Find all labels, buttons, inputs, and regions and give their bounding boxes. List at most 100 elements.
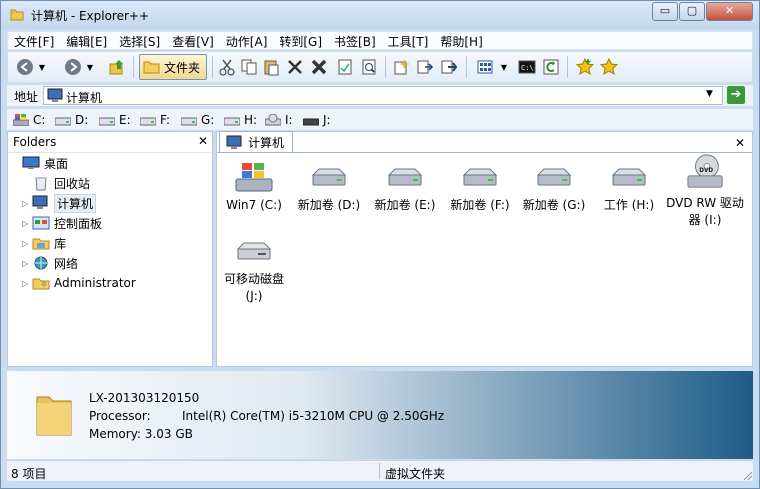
views-dropdown[interactable]: ▼	[498, 56, 510, 78]
tree-item-libraries[interactable]: ▷ 库	[22, 234, 66, 252]
bookmarks-button[interactable]	[598, 56, 620, 78]
go-button[interactable]: ➔	[727, 86, 745, 104]
menu-bookmarks[interactable]: 书签[B]	[328, 32, 382, 49]
address-value: 计算机	[66, 91, 103, 105]
drive-label: H:	[244, 113, 258, 127]
tree-expander[interactable]: ▷	[22, 239, 32, 248]
drive-d-button[interactable]: D:	[55, 113, 88, 127]
refresh-icon	[543, 59, 559, 75]
drive-item-i[interactable]: DVD DVD RW 驱动器 (I:)	[665, 153, 745, 229]
chevron-down-icon[interactable]: ▼	[706, 89, 713, 99]
folders-button-label: 文件夹	[164, 60, 201, 75]
tree-item-computer[interactable]: ▷ 计算机	[22, 193, 97, 213]
up-button[interactable]	[106, 56, 128, 78]
toolbar-separator	[567, 56, 568, 78]
forward-history-dropdown[interactable]: ▼	[84, 56, 96, 78]
tree-item-recycle-bin[interactable]: 回收站	[22, 174, 90, 192]
item-count: 8 项目	[11, 467, 47, 481]
menu-select[interactable]: 选择[S]	[113, 32, 166, 49]
toolbar-separator	[466, 56, 467, 78]
folders-toggle-button[interactable]: 文件夹	[139, 54, 207, 80]
tree-item-network[interactable]: ▷ 网络	[22, 254, 78, 272]
delete-permanently-button[interactable]	[308, 56, 330, 78]
drive-item-d[interactable]: 新加卷 (D:)	[291, 161, 367, 214]
close-pane-button[interactable]: ✕	[198, 134, 208, 148]
hard-drive-icon	[140, 117, 156, 126]
command-prompt-button[interactable]: C:\	[516, 56, 538, 78]
computer-icon	[47, 88, 63, 102]
minimize-button[interactable]: ▭	[652, 2, 678, 21]
tree-expander[interactable]: ▷	[22, 219, 32, 228]
back-button[interactable]	[14, 56, 36, 78]
tree-item-control-panel[interactable]: ▷ 控制面板	[22, 214, 102, 232]
folders-pane: Folders ✕ 桌面 回收站 ▷ 计算机 ▷ 控制面板 ▷ 库 ▷ 网络 ▷…	[7, 131, 213, 367]
copy-to-button[interactable]	[414, 56, 436, 78]
drive-j-button[interactable]: J:	[303, 113, 331, 127]
menu-go[interactable]: 转到[G]	[273, 32, 328, 49]
back-arrow-icon	[17, 59, 33, 75]
svg-text:DVD: DVD	[699, 168, 713, 174]
move-to-button[interactable]	[438, 56, 460, 78]
copy-button[interactable]	[238, 56, 260, 78]
drive-item-c[interactable]: Win7 (C:)	[216, 161, 292, 214]
drive-i-button[interactable]: I:	[265, 113, 293, 127]
toolbar: ▼ ▼ 文件夹 ▼ C:\	[7, 51, 753, 83]
new-folder-button[interactable]	[390, 56, 412, 78]
menu-actions[interactable]: 动作[A]	[220, 32, 274, 49]
address-input[interactable]: 计算机 ▼	[43, 86, 723, 105]
item-label: Win7 (C:)	[226, 198, 282, 212]
cut-button[interactable]	[216, 56, 238, 78]
drive-item-h[interactable]: 工作 (H:)	[591, 161, 667, 214]
maximize-button[interactable]: ▢	[679, 2, 705, 21]
search-button[interactable]	[358, 56, 380, 78]
chevron-down-icon: ▼	[500, 62, 508, 72]
resize-grip-icon[interactable]	[741, 469, 753, 481]
forward-button[interactable]	[62, 56, 84, 78]
hard-drive-icon	[311, 168, 347, 186]
drive-label: J:	[323, 113, 331, 127]
drive-item-j[interactable]: 可移动磁盘 (J:)	[216, 235, 292, 305]
menu-bar: 文件[F] 编辑[E] 选择[S] 查看[V] 动作[A] 转到[G] 书签[B] 工具[T]…	[7, 31, 753, 50]
address-bar: 地址 计算机 ▼ ➔	[7, 85, 753, 106]
menu-tools[interactable]: 工具[T]	[382, 32, 435, 49]
menu-view[interactable]: 查看[V]	[166, 32, 220, 49]
processor-value: Intel(R) Core(TM) i5-3210M CPU @ 2.50GHz	[182, 409, 445, 423]
close-tab-button[interactable]: ✕	[735, 136, 745, 150]
windows-drive-icon	[13, 114, 29, 126]
refresh-button[interactable]	[540, 56, 562, 78]
delete-button[interactable]	[284, 56, 306, 78]
close-button[interactable]: ✕	[706, 2, 753, 21]
menu-file[interactable]: 文件[F]	[8, 32, 60, 49]
back-history-dropdown[interactable]: ▼	[36, 56, 48, 78]
drive-f-button[interactable]: F:	[140, 113, 170, 127]
drive-item-g[interactable]: 新加卷 (G:)	[516, 161, 592, 214]
drive-item-f[interactable]: 新加卷 (F:)	[442, 161, 518, 214]
drive-g-button[interactable]: G:	[181, 113, 214, 127]
add-bookmark-button[interactable]	[574, 56, 596, 78]
tree-expander[interactable]: ▷	[22, 199, 32, 208]
item-label: 工作 (H:)	[603, 198, 655, 212]
tree-item-desktop[interactable]: 桌面	[12, 154, 68, 172]
hard-drive-icon	[387, 168, 423, 186]
dvd-drive-icon: DVD	[687, 154, 723, 188]
drive-e-button[interactable]: E:	[99, 113, 131, 127]
menu-edit[interactable]: 编辑[E]	[60, 32, 113, 49]
details-panel: LX-201303120150 Processor: Intel(R) Core…	[7, 371, 753, 459]
drive-item-e[interactable]: 新加卷 (E:)	[367, 161, 443, 214]
folder-icon	[143, 61, 160, 74]
paste-button[interactable]	[260, 56, 282, 78]
tree-expander[interactable]: ▷	[22, 279, 32, 288]
tree-expander[interactable]: ▷	[22, 259, 32, 268]
properties-button[interactable]	[334, 56, 356, 78]
menu-help[interactable]: 帮助[H]	[434, 32, 488, 49]
views-button[interactable]	[474, 56, 496, 78]
dvd-drive-icon	[265, 114, 281, 126]
title-bar[interactable]: 计算机 - Explorer++ ▭ ▢ ✕	[1, 1, 759, 29]
tree-item-administrator[interactable]: ▷ Administrator	[22, 274, 136, 292]
drive-c-button[interactable]: C:	[13, 113, 45, 127]
drive-label: D:	[75, 113, 89, 127]
tab-computer[interactable]: 计算机	[219, 131, 293, 153]
go-arrow-icon: ➔	[730, 87, 742, 102]
drive-h-button[interactable]: H:	[224, 113, 257, 127]
computer-icon	[32, 195, 48, 209]
